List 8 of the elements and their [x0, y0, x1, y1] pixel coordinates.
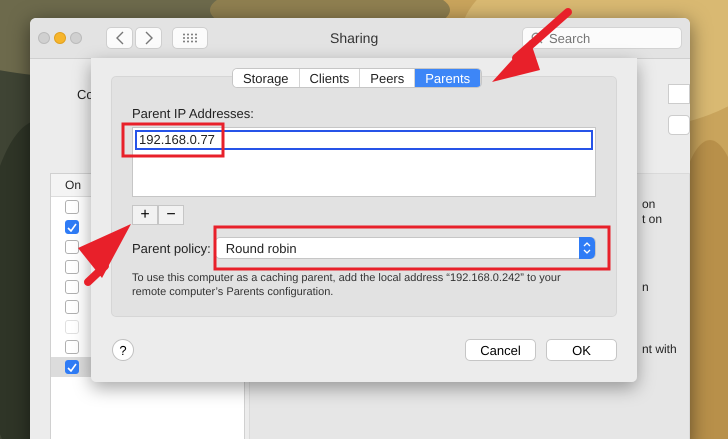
description-text: t on — [642, 212, 662, 226]
policy-label: Parent policy: — [132, 240, 211, 256]
info-text: To use this computer as a caching parent, add the local address “192.168.0.242” to your remote computer’s Parents configuration. — [132, 271, 562, 299]
window-title: Sharing — [330, 30, 378, 46]
description-text: n — [642, 280, 649, 294]
description-text: nt with — [642, 342, 677, 356]
description-text: on — [642, 197, 656, 211]
addresses-label: Parent IP Addresses: — [132, 106, 255, 121]
